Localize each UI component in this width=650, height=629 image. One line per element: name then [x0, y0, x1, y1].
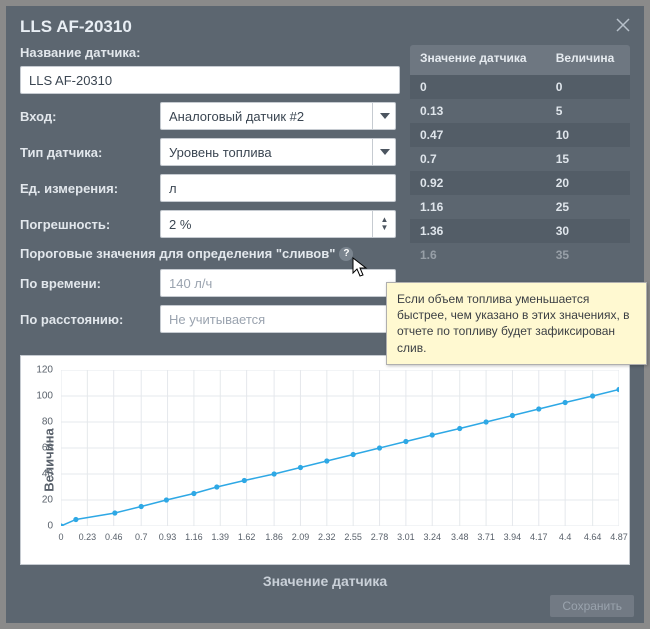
x-tick: 4.87	[610, 532, 628, 542]
x-tick: 1.86	[265, 532, 283, 542]
x-tick: 4.17	[530, 532, 548, 542]
x-tick: 0.93	[159, 532, 177, 542]
calibration-table: Значение датчика Величина 000.1350.47100…	[410, 45, 630, 267]
table-header-sensor-value: Значение датчика	[410, 45, 546, 75]
chevron-down-icon	[372, 138, 396, 166]
chevron-down-icon	[372, 102, 396, 130]
cell-sensor-value: 0.7	[410, 147, 546, 171]
stepper-buttons[interactable]: ▲ ▼	[372, 210, 396, 238]
x-tick: 3.71	[477, 532, 495, 542]
units-label: Ед. измерения:	[20, 181, 160, 196]
table-header-quantity: Величина	[546, 45, 630, 75]
by-distance-input[interactable]	[160, 305, 396, 333]
close-icon[interactable]	[616, 16, 630, 37]
chart-x-title: Значение датчика	[20, 573, 630, 589]
x-tick: 3.24	[423, 532, 441, 542]
chevron-down-icon[interactable]: ▼	[381, 224, 389, 232]
x-tick: 3.01	[397, 532, 415, 542]
x-tick: 4.64	[584, 532, 602, 542]
cell-quantity: 35	[546, 243, 630, 267]
cell-sensor-value: 1.36	[410, 219, 546, 243]
table-row[interactable]: 0.4710	[410, 123, 630, 147]
cell-quantity: 5	[546, 99, 630, 123]
x-tick: 0	[58, 532, 63, 542]
cell-quantity: 20	[546, 171, 630, 195]
by-distance-label: По расстоянию:	[20, 312, 160, 327]
cell-quantity: 10	[546, 123, 630, 147]
sensor-type-select[interactable]	[160, 138, 396, 166]
input-channel-label: Вход:	[20, 109, 160, 124]
x-tick: 2.78	[371, 532, 389, 542]
x-tick: 3.94	[504, 532, 522, 542]
help-tooltip: Если объем топлива уменьшается быстрее, …	[386, 282, 647, 365]
cell-sensor-value: 0.47	[410, 123, 546, 147]
dialog-title: LLS AF-20310	[20, 17, 132, 37]
error-margin-label: Погрешность:	[20, 217, 160, 232]
cell-quantity: 30	[546, 219, 630, 243]
sensor-type-label: Тип датчика:	[20, 145, 160, 160]
mouse-cursor	[352, 257, 372, 279]
x-tick: 0.23	[79, 532, 97, 542]
y-tick: 60	[42, 443, 53, 454]
by-time-label: По времени:	[20, 276, 160, 291]
sensor-name-input[interactable]	[20, 66, 400, 94]
cell-quantity: 0	[546, 75, 630, 99]
table-row[interactable]: 0.715	[410, 147, 630, 171]
units-input[interactable]	[160, 174, 396, 202]
table-row[interactable]: 00	[410, 75, 630, 99]
y-tick: 120	[36, 365, 53, 376]
y-tick: 20	[42, 495, 53, 506]
sensor-name-label: Название датчика:	[20, 45, 400, 60]
y-tick: 80	[42, 417, 53, 428]
cell-sensor-value: 0.13	[410, 99, 546, 123]
x-tick: 2.55	[344, 532, 362, 542]
table-row[interactable]: 1.1625	[410, 195, 630, 219]
sensor-settings-dialog: LLS AF-20310 Название датчика: Вход:	[6, 6, 644, 623]
x-tick: 1.39	[211, 532, 229, 542]
cell-sensor-value: 0	[410, 75, 546, 99]
input-channel-select[interactable]	[160, 102, 396, 130]
x-tick: 3.48	[451, 532, 469, 542]
x-tick: 1.16	[185, 532, 203, 542]
threshold-section-label: Пороговые значения для определения "слив…	[20, 246, 335, 261]
y-tick: 40	[42, 469, 53, 480]
x-tick: 2.32	[318, 532, 336, 542]
table-row[interactable]: 1.635	[410, 243, 630, 267]
calibration-chart: Величина 020406080100120 00.230.460.70.9…	[20, 355, 630, 589]
x-tick: 4.4	[559, 532, 572, 542]
y-tick: 0	[47, 521, 53, 532]
cell-sensor-value: 0.92	[410, 171, 546, 195]
cell-sensor-value: 1.6	[410, 243, 546, 267]
cell-quantity: 15	[546, 147, 630, 171]
x-tick: 0.7	[135, 532, 148, 542]
save-button[interactable]: Сохранить	[550, 595, 634, 617]
cell-sensor-value: 1.16	[410, 195, 546, 219]
table-row[interactable]: 0.9220	[410, 171, 630, 195]
error-margin-stepper[interactable]: ▲ ▼	[160, 210, 396, 238]
table-row[interactable]: 0.135	[410, 99, 630, 123]
cell-quantity: 25	[546, 195, 630, 219]
y-tick: 100	[36, 391, 53, 402]
x-tick: 1.62	[238, 532, 256, 542]
x-tick: 0.46	[105, 532, 123, 542]
table-row[interactable]: 1.3630	[410, 219, 630, 243]
x-tick: 2.09	[292, 532, 310, 542]
